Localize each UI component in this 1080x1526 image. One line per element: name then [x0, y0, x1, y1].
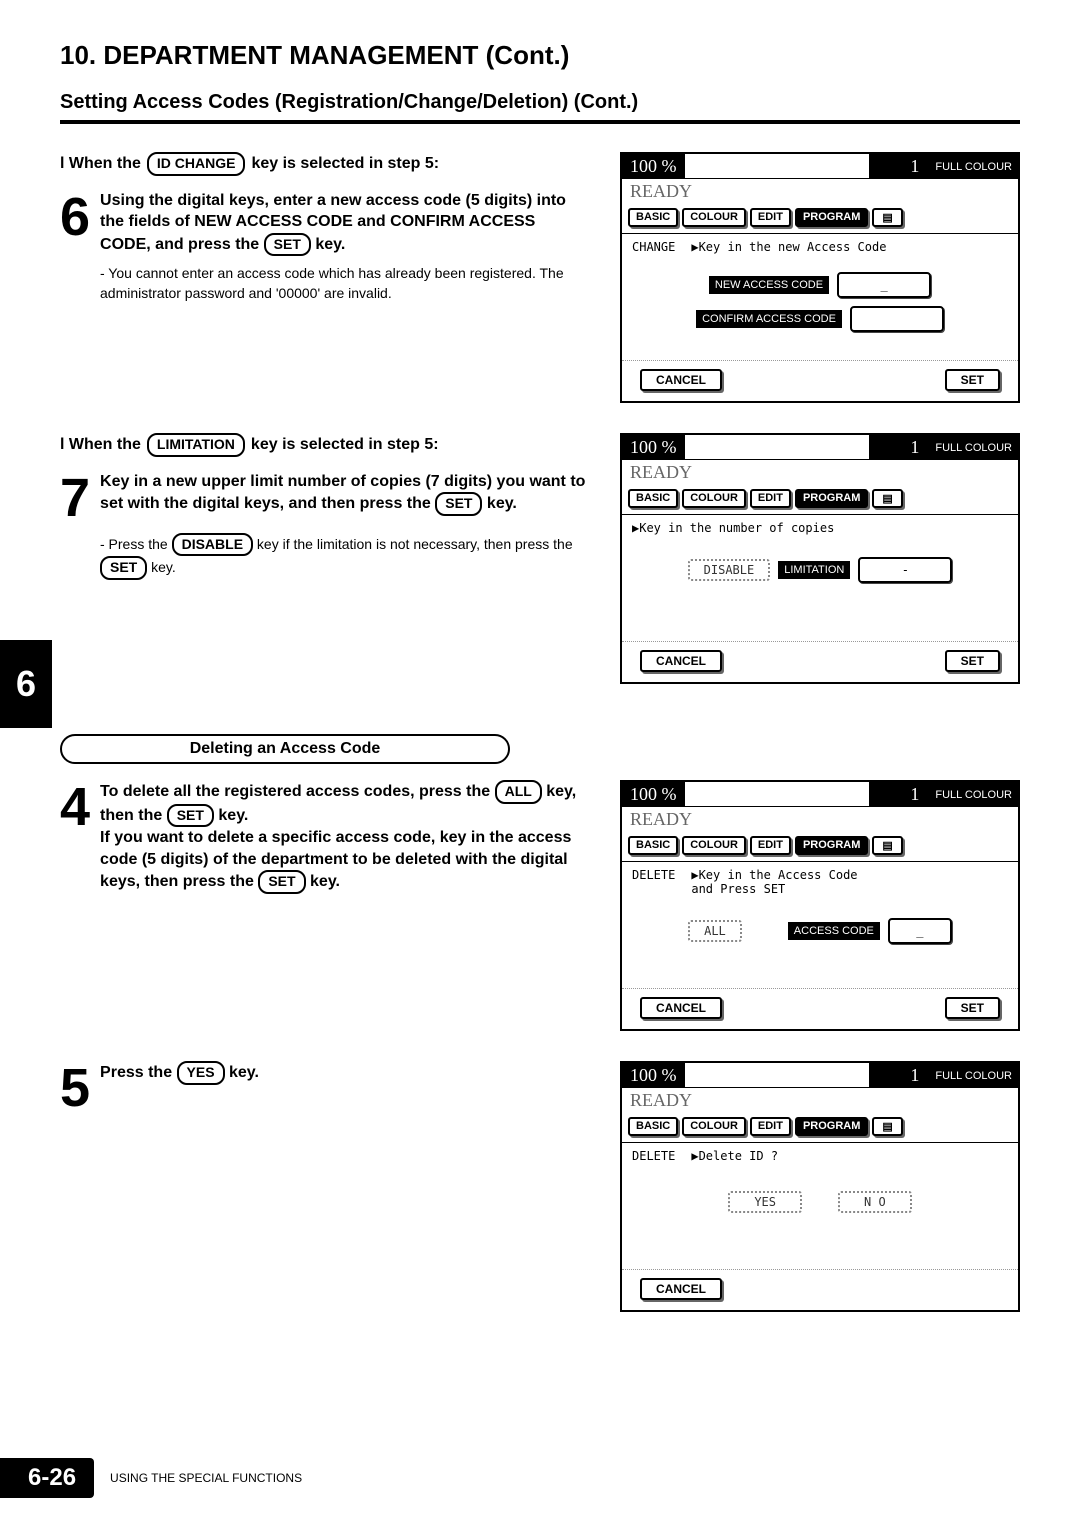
key-set: SET: [167, 804, 214, 828]
label-new-access-code: NEW ACCESS CODE: [709, 276, 829, 294]
set-button[interactable]: SET: [945, 650, 1000, 672]
input-access-code[interactable]: _: [888, 918, 952, 944]
lcd-screen-limitation: 100 % 1 FULL COLOUR READY BASIC COLOUR E…: [620, 433, 1020, 684]
tab-colour[interactable]: COLOUR: [682, 836, 746, 855]
tab-basic[interactable]: BASIC: [628, 208, 678, 227]
set-button[interactable]: SET: [945, 369, 1000, 391]
colour-mode: FULL COLOUR: [929, 1063, 1018, 1088]
tab-basic[interactable]: BASIC: [628, 1117, 678, 1136]
subheading-limitation: l When the LIMITATION key is selected in…: [60, 433, 590, 457]
tab-more-icon[interactable]: ▤: [872, 1117, 902, 1136]
input-new-access-code[interactable]: _: [837, 272, 931, 298]
input-limitation[interactable]: -: [858, 557, 952, 583]
tab-more-icon[interactable]: ▤: [872, 489, 902, 508]
step-5-instruction: Press the YES key.: [100, 1061, 590, 1085]
tab-more-icon[interactable]: ▤: [872, 208, 902, 227]
lcd-screen-change: 100 % 1 FULL COLOUR READY BASIC COLOUR E…: [620, 152, 1020, 403]
zoom-value: 100 %: [622, 435, 685, 460]
tab-more-icon[interactable]: ▤: [872, 836, 902, 855]
tab-edit[interactable]: EDIT: [750, 836, 791, 855]
tab-colour[interactable]: COLOUR: [682, 1117, 746, 1136]
key-set: SET: [264, 233, 311, 257]
limitation-button[interactable]: LIMITATION: [778, 561, 850, 579]
key-disable: DISABLE: [172, 533, 253, 557]
copy-counter: 1: [869, 154, 929, 179]
step-6-description: - You cannot enter an access code which …: [100, 264, 590, 303]
zoom-value: 100 %: [622, 1063, 685, 1088]
zoom-value: 100 %: [622, 154, 685, 179]
no-button[interactable]: N O: [838, 1191, 912, 1213]
key-all: ALL: [495, 780, 542, 804]
mode-label: DELETE: [632, 1149, 675, 1163]
step-number-4: 4: [60, 780, 90, 834]
section-title: Setting Access Codes (Registration/Chang…: [60, 91, 1020, 124]
chapter-title: 10. DEPARTMENT MANAGEMENT (Cont.): [60, 40, 1020, 71]
key-set: SET: [435, 492, 482, 516]
zoom-value: 100 %: [622, 782, 685, 807]
tab-basic[interactable]: BASIC: [628, 489, 678, 508]
step-7-instruction: Key in a new upper limit number of copie…: [100, 471, 590, 516]
yes-button[interactable]: YES: [728, 1191, 802, 1213]
tab-colour[interactable]: COLOUR: [682, 489, 746, 508]
key-set: SET: [100, 556, 147, 580]
ready-label: READY: [622, 179, 1018, 204]
key-id-change: ID CHANGE: [147, 152, 246, 176]
tab-program[interactable]: PROGRAM: [795, 1117, 868, 1136]
subheading-id-change: l When the ID CHANGE key is selected in …: [60, 152, 590, 176]
ready-label: READY: [622, 807, 1018, 832]
access-code-label: ACCESS CODE: [788, 922, 880, 940]
cancel-button[interactable]: CANCEL: [640, 997, 722, 1019]
cancel-button[interactable]: CANCEL: [640, 369, 722, 391]
disable-button[interactable]: DISABLE: [688, 559, 771, 581]
step-number-6: 6: [60, 190, 90, 244]
prompt-text: ▶Key in the number of copies: [632, 521, 1008, 535]
footer-label: USING THE SPECIAL FUNCTIONS: [110, 1471, 302, 1485]
tab-colour[interactable]: COLOUR: [682, 208, 746, 227]
chapter-side-tab: 6: [0, 640, 52, 728]
ready-label: READY: [622, 460, 1018, 485]
tab-edit[interactable]: EDIT: [750, 489, 791, 508]
tab-edit[interactable]: EDIT: [750, 1117, 791, 1136]
prompt-text: ▶Key in the Access Code and Press SET: [691, 868, 857, 896]
copy-counter: 1: [869, 435, 929, 460]
prompt-text: ▶Key in the new Access Code: [691, 240, 886, 254]
page-number: 6-26: [0, 1458, 94, 1498]
label-confirm-access-code: CONFIRM ACCESS CODE: [696, 310, 842, 328]
step-number-7: 7: [60, 471, 90, 525]
step-7-description: - Press the DISABLE key if the limitatio…: [100, 533, 590, 580]
step-4-instruction: To delete all the registered access code…: [100, 780, 590, 894]
mode-label: DELETE: [632, 868, 675, 896]
prompt-text: ▶Delete ID ?: [691, 1149, 778, 1163]
page-footer: 6-26 USING THE SPECIAL FUNCTIONS: [0, 1458, 302, 1498]
step-6-instruction: Using the digital keys, enter a new acce…: [100, 190, 590, 257]
colour-mode: FULL COLOUR: [929, 782, 1018, 807]
subsection-deleting: Deleting an Access Code: [60, 734, 510, 764]
input-confirm-access-code[interactable]: [850, 306, 944, 332]
colour-mode: FULL COLOUR: [929, 154, 1018, 179]
all-button[interactable]: ALL: [688, 920, 742, 942]
lcd-screen-delete: 100 % 1 FULL COLOUR READY BASIC COLOUR E…: [620, 780, 1020, 1031]
tab-edit[interactable]: EDIT: [750, 208, 791, 227]
cancel-button[interactable]: CANCEL: [640, 1278, 722, 1300]
step-number-5: 5: [60, 1061, 90, 1115]
ready-label: READY: [622, 1088, 1018, 1113]
tab-program[interactable]: PROGRAM: [795, 208, 868, 227]
tab-program[interactable]: PROGRAM: [795, 836, 868, 855]
lcd-screen-confirm-delete: 100 % 1 FULL COLOUR READY BASIC COLOUR E…: [620, 1061, 1020, 1312]
tab-basic[interactable]: BASIC: [628, 836, 678, 855]
copy-counter: 1: [869, 782, 929, 807]
mode-label: CHANGE: [632, 240, 675, 254]
key-limitation: LIMITATION: [147, 433, 245, 457]
key-yes: YES: [177, 1061, 225, 1085]
cancel-button[interactable]: CANCEL: [640, 650, 722, 672]
set-button[interactable]: SET: [945, 997, 1000, 1019]
key-set: SET: [258, 870, 305, 894]
tab-program[interactable]: PROGRAM: [795, 489, 868, 508]
copy-counter: 1: [869, 1063, 929, 1088]
colour-mode: FULL COLOUR: [929, 435, 1018, 460]
